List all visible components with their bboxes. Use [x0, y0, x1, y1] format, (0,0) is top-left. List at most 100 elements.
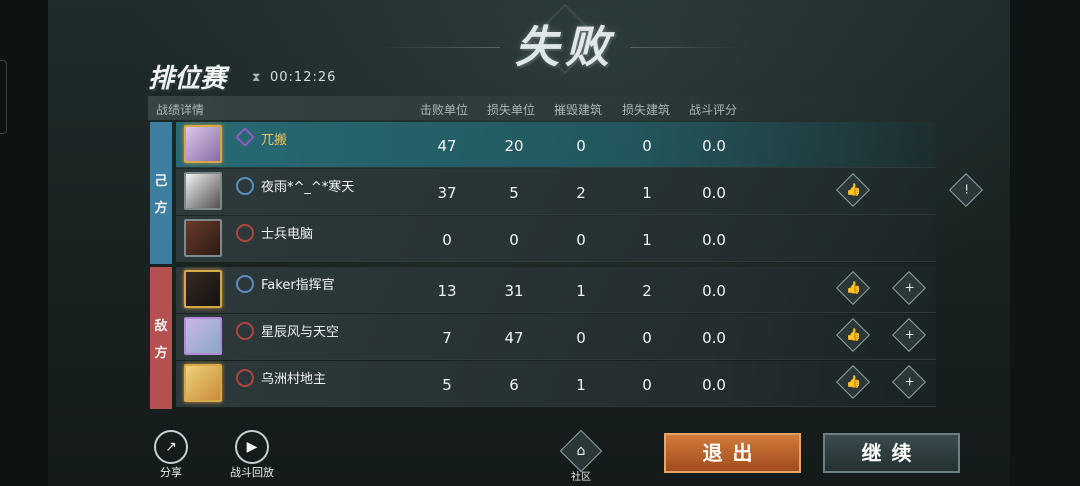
- like-button[interactable]: 👍: [836, 271, 870, 305]
- avatar[interactable]: [184, 364, 222, 402]
- avatar[interactable]: [184, 270, 222, 308]
- like-button[interactable]: 👍: [836, 365, 870, 399]
- stat-buildings-lost: 0: [642, 376, 652, 394]
- edge-handle: [0, 60, 7, 134]
- rank-icon: [235, 127, 255, 147]
- warning-icon: !: [964, 182, 970, 197]
- stat-score: 0.0: [702, 231, 726, 249]
- share-button[interactable]: ↗ 分享: [148, 430, 194, 480]
- side-label-enemy: 敌 方: [150, 267, 172, 409]
- stat-buildings-destroyed: 1: [576, 282, 586, 300]
- stat-buildings-lost: 0: [642, 329, 652, 347]
- thumbs-up-icon: 👍: [846, 374, 862, 389]
- stat-buildings-lost: 1: [642, 231, 652, 249]
- stat-score: 0.0: [702, 329, 726, 347]
- player-row: 士兵电脑 0 0 0 1 0.0: [176, 216, 936, 262]
- screen-left-edge: [0, 0, 48, 486]
- title-decoration-left: [380, 47, 500, 48]
- header-losses: 损失单位: [487, 103, 536, 117]
- add-friend-button[interactable]: +: [892, 271, 926, 305]
- stat-buildings-lost: 0: [642, 137, 652, 155]
- player-name[interactable]: 兀搬: [261, 129, 287, 148]
- stat-buildings-destroyed: 0: [576, 329, 586, 347]
- avatar[interactable]: [184, 172, 222, 210]
- stat-buildings-destroyed: 1: [576, 376, 586, 394]
- player-name[interactable]: 乌洲村地主: [261, 368, 326, 387]
- stat-buildings-destroyed: 2: [576, 184, 586, 202]
- stat-losses: 47: [504, 329, 524, 347]
- stat-kills: 13: [437, 282, 457, 300]
- replay-label: 战斗回放: [230, 466, 274, 479]
- stat-losses: 5: [509, 184, 519, 202]
- add-friend-icon: +: [904, 327, 915, 342]
- rank-icon: [236, 275, 254, 293]
- rank-icon: [236, 177, 254, 195]
- rank-icon: [236, 369, 254, 387]
- stat-buildings-lost: 2: [642, 282, 652, 300]
- like-button[interactable]: 👍: [836, 173, 870, 207]
- player-row: 乌洲村地主 5 6 1 0 0.0 👍 +: [176, 361, 936, 407]
- share-label: 分享: [160, 466, 182, 479]
- stat-kills: 5: [442, 376, 452, 394]
- share-icon: ↗: [154, 430, 188, 464]
- thumbs-up-icon: 👍: [846, 280, 862, 295]
- like-button[interactable]: 👍: [836, 318, 870, 352]
- side-label-ours: 己 方: [150, 122, 172, 264]
- side-enemy-char-2: 方: [154, 346, 168, 361]
- player-row: Faker指挥官 13 31 1 2 0.0 👍 +: [176, 267, 936, 313]
- side-ours-char-1: 己: [154, 174, 168, 189]
- stat-losses: 0: [509, 231, 519, 249]
- header-buildings-destroyed: 摧毁建筑: [554, 103, 603, 117]
- screen-right-edge: [1010, 0, 1080, 486]
- stat-losses: 31: [504, 282, 524, 300]
- player-name[interactable]: 士兵电脑: [261, 223, 313, 242]
- stat-losses: 20: [504, 137, 524, 155]
- rank-icon: [236, 224, 254, 242]
- replay-button[interactable]: ▶ 战斗回放: [222, 430, 282, 480]
- stat-score: 0.0: [702, 376, 726, 394]
- thumbs-up-icon: 👍: [846, 182, 862, 197]
- stat-kills: 47: [437, 137, 457, 155]
- player-row: 夜雨*^_^*寒天 37 5 2 1 0.0 👍 !: [176, 169, 983, 215]
- stat-score: 0.0: [702, 184, 726, 202]
- header-battle-score: 战斗评分: [689, 103, 738, 117]
- avatar[interactable]: [184, 219, 222, 257]
- table-header: 战绩详情 击败单位 损失单位 摧毁建筑 损失建筑 战斗评分: [148, 96, 928, 120]
- thumbs-up-icon: 👍: [846, 327, 862, 342]
- player-name[interactable]: 夜雨*^_^*寒天: [261, 176, 354, 195]
- stat-kills: 7: [442, 329, 452, 347]
- camera-icon: ▶: [235, 430, 269, 464]
- exit-button[interactable]: 退出: [664, 433, 801, 473]
- avatar[interactable]: [184, 125, 222, 163]
- rank-icon: [236, 322, 254, 340]
- title-decoration-right: [630, 47, 740, 48]
- result-title: 失败: [515, 22, 615, 73]
- side-ours-char-2: 方: [154, 201, 168, 216]
- community-button[interactable]: ⌂ 社区: [559, 429, 603, 483]
- player-row: 兀搬 47 20 0 0 0.0: [176, 122, 936, 168]
- match-timer: 00:12:26: [270, 70, 337, 85]
- stat-kills: 0: [442, 231, 452, 249]
- add-friend-button[interactable]: +: [892, 318, 926, 352]
- side-enemy-char-1: 敌: [154, 319, 168, 334]
- stat-losses: 6: [509, 376, 519, 394]
- header-battle-details: 战绩详情: [156, 103, 205, 117]
- stat-kills: 37: [437, 184, 457, 202]
- hourglass-icon: ⧗: [252, 70, 261, 84]
- stat-score: 0.0: [702, 137, 726, 155]
- add-friend-icon: +: [904, 374, 915, 389]
- stat-buildings-destroyed: 0: [576, 137, 586, 155]
- home-icon: ⌂: [559, 429, 603, 473]
- stat-score: 0.0: [702, 282, 726, 300]
- player-name[interactable]: Faker指挥官: [261, 274, 335, 293]
- stat-buildings-destroyed: 0: [576, 231, 586, 249]
- header-buildings-lost: 损失建筑: [622, 103, 671, 117]
- add-friend-icon: +: [904, 280, 915, 295]
- player-row: 星辰风与天空 7 47 0 0 0.0 👍 +: [176, 314, 936, 360]
- avatar[interactable]: [184, 317, 222, 355]
- stat-buildings-lost: 1: [642, 184, 652, 202]
- add-friend-button[interactable]: +: [892, 365, 926, 399]
- continue-button[interactable]: 继续: [823, 433, 960, 473]
- player-name[interactable]: 星辰风与天空: [261, 321, 339, 340]
- mode-title: 排位赛: [148, 64, 227, 94]
